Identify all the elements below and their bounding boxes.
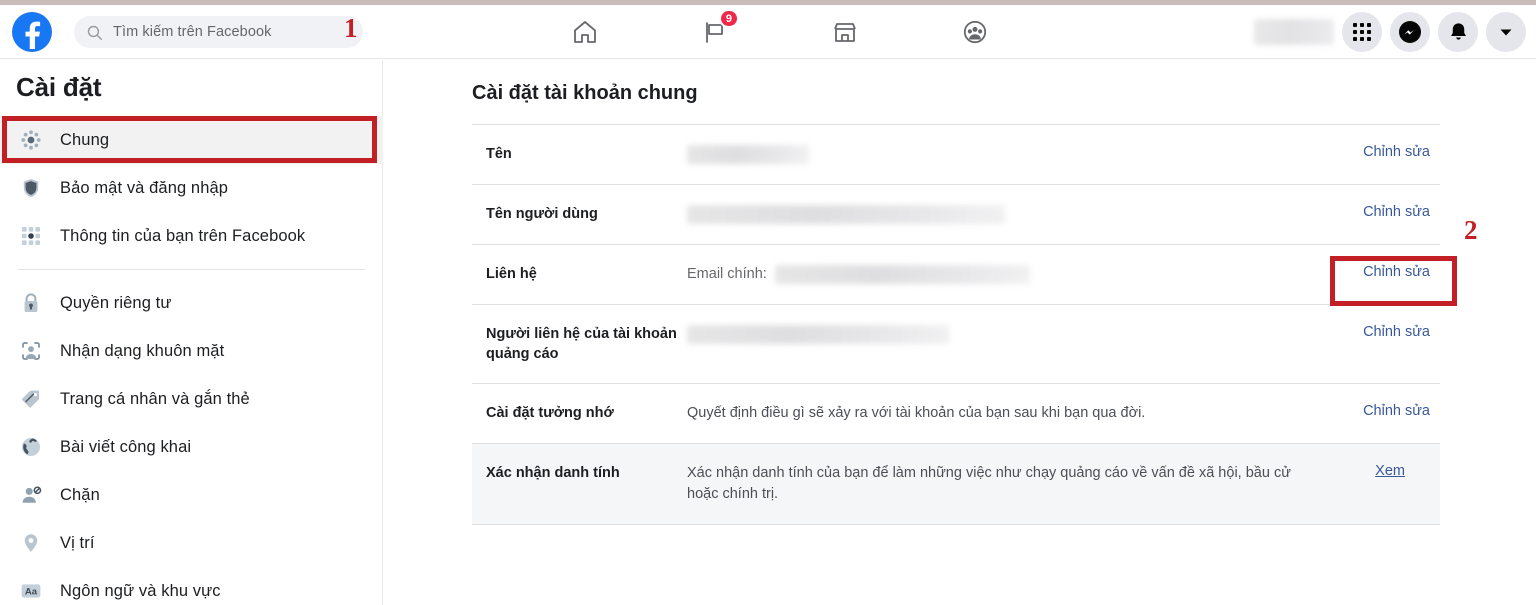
redacted-value — [774, 264, 1030, 284]
table-row[interactable]: Cài đặt tưởng nhớ Quyết định điều gì sẽ … — [472, 383, 1440, 443]
row-value: Quyết định điều gì sẽ xảy ra với tài kho… — [687, 405, 1146, 421]
row-value: Email chính: — [687, 264, 1332, 285]
nav-marketplace[interactable] — [799, 9, 891, 55]
settings-sidebar: Cài đặt Chung Bảo mật và đăng nhập Thông… — [0, 60, 383, 605]
sidebar-item-quyen-rieng-tu[interactable]: Quyền riêng tư — [0, 279, 383, 327]
row-label: Xác nhận danh tính — [486, 465, 620, 481]
account-menu-button[interactable] — [1486, 12, 1526, 52]
table-row[interactable]: Liên hệ Email chính: Chỉnh sửa — [472, 244, 1440, 304]
row-label: Người liên hệ của tài khoản quảng cáo — [486, 326, 677, 362]
sidebar-item-label: Bài viết công khai — [60, 437, 192, 456]
row-value: Xác nhận danh tính của bạn để làm những … — [687, 465, 1291, 502]
nav-groups[interactable] — [929, 9, 1021, 55]
menu-button[interactable] — [1342, 12, 1382, 52]
sidebar-item-bao-mat[interactable]: Bảo mật và đăng nhập — [0, 164, 383, 212]
sidebar-item-label: Quyền riêng tư — [60, 293, 172, 312]
sidebar-item-chung[interactable]: Chung — [0, 116, 383, 164]
settings-main-panel: Cài đặt tài khoản chung Tên Chỉnh sửa Tê… — [383, 60, 1536, 605]
sidebar-item-thong-tin[interactable]: Thông tin của bạn trên Facebook — [0, 212, 383, 260]
shield-icon — [18, 175, 44, 201]
face-scan-icon — [18, 338, 44, 364]
nav-pages[interactable]: 9 — [669, 9, 761, 55]
general-account-settings-list: Tên Chỉnh sửa Tên người dùng Chỉnh sửa L… — [472, 124, 1440, 525]
notifications-button[interactable] — [1438, 12, 1478, 52]
main-heading: Cài đặt tài khoản chung — [472, 82, 698, 104]
row-label: Tên người dùng — [486, 206, 598, 222]
marketplace-icon — [834, 23, 856, 42]
sidebar-item-label: Thông tin của bạn trên Facebook — [60, 226, 306, 245]
globe-icon — [18, 434, 44, 460]
profile-name-redacted[interactable] — [1254, 19, 1334, 45]
table-row[interactable]: Xác nhận danh tính Xác nhận danh tính củ… — [472, 443, 1440, 525]
page-title: Cài đặt — [16, 72, 102, 102]
tag-icon — [18, 386, 44, 412]
edit-link-name[interactable]: Chỉnh sửa — [1332, 144, 1440, 160]
sidebar-item-label: Chặn — [60, 485, 100, 504]
table-row[interactable]: Người liên hệ của tài khoản quảng cáo Ch… — [472, 304, 1440, 383]
edit-link-memorial[interactable]: Chỉnh sửa — [1332, 403, 1440, 419]
row-label: Tên — [486, 146, 512, 162]
apps-grid-icon — [1353, 23, 1371, 41]
redacted-value — [687, 144, 809, 164]
sidebar-item-ngon-ngu[interactable]: Aa Ngôn ngữ và khu vực — [0, 567, 383, 605]
block-user-icon — [18, 482, 44, 508]
language-aa-icon: Aa — [18, 578, 44, 604]
search-icon — [87, 25, 102, 40]
redacted-value — [687, 204, 1005, 224]
sidebar-item-nhan-dang-khuon-mat[interactable]: Nhận dạng khuôn mặt — [0, 327, 383, 375]
view-link-identity[interactable]: Xem — [1307, 463, 1415, 479]
row-value — [687, 204, 1332, 225]
sidebar-item-label: Vị trí — [60, 533, 95, 552]
sidebar-item-bai-viet-cong-khai[interactable]: Bài viết công khai — [0, 423, 383, 471]
grid-dot-icon — [18, 223, 44, 249]
nav-home[interactable] — [539, 9, 631, 55]
facebook-logo-icon[interactable] — [12, 12, 52, 52]
gear-icon — [18, 127, 44, 153]
lock-icon — [18, 290, 44, 316]
edit-link-username[interactable]: Chỉnh sửa — [1332, 204, 1440, 220]
header-nav: 9 — [520, 5, 1040, 59]
location-pin-icon — [18, 530, 44, 556]
primary-email-label: Email chính: — [687, 266, 767, 282]
bell-icon — [1450, 22, 1466, 40]
edit-link-ad-contact[interactable]: Chỉnh sửa — [1332, 324, 1440, 340]
svg-text:Aa: Aa — [25, 587, 38, 598]
sidebar-item-label: Chung — [60, 130, 110, 149]
row-label: Cài đặt tưởng nhớ — [486, 405, 614, 421]
search-placeholder: Tìm kiếm trên Facebook — [113, 24, 272, 40]
settings-nav-list: Chung Bảo mật và đăng nhập Thông tin của… — [0, 116, 383, 605]
row-value — [687, 324, 1332, 345]
messenger-icon — [1399, 21, 1421, 43]
sidebar-item-label: Ngôn ngữ và khu vực — [60, 581, 221, 600]
sidebar-item-label: Nhận dạng khuôn mặt — [60, 341, 225, 360]
search-input[interactable]: Tìm kiếm trên Facebook — [74, 16, 363, 48]
sidebar-divider — [18, 269, 365, 270]
redacted-value — [687, 324, 949, 344]
messenger-button[interactable] — [1390, 12, 1430, 52]
header-right-controls — [1254, 5, 1526, 59]
chevron-down-icon — [1500, 29, 1512, 36]
home-icon — [574, 21, 596, 43]
annotation-marker-2: 2 — [1464, 215, 1478, 245]
sidebar-item-chan[interactable]: Chặn — [0, 471, 383, 519]
facebook-header: Tìm kiếm trên Facebook 9 — [0, 5, 1536, 59]
sidebar-item-vi-tri[interactable]: Vị trí — [0, 519, 383, 567]
table-row[interactable]: Tên người dùng Chỉnh sửa — [472, 184, 1440, 244]
annotation-marker-1: 1 — [344, 13, 358, 43]
sidebar-item-trang-ca-nhan[interactable]: Trang cá nhân và gắn thẻ — [0, 375, 383, 423]
row-value — [687, 144, 1332, 165]
groups-icon — [963, 20, 987, 44]
row-label: Liên hệ — [486, 266, 537, 282]
pages-badge: 9 — [718, 9, 739, 28]
sidebar-item-label: Bảo mật và đăng nhập — [60, 178, 229, 197]
table-row[interactable]: Tên Chỉnh sửa — [472, 124, 1440, 184]
facebook-settings-page: Tìm kiếm trên Facebook 9 Cài đặt Chung B… — [0, 0, 1536, 605]
sidebar-item-label: Trang cá nhân và gắn thẻ — [60, 389, 250, 408]
contact-edit-link[interactable]: Chỉnh sửa — [1332, 264, 1440, 280]
